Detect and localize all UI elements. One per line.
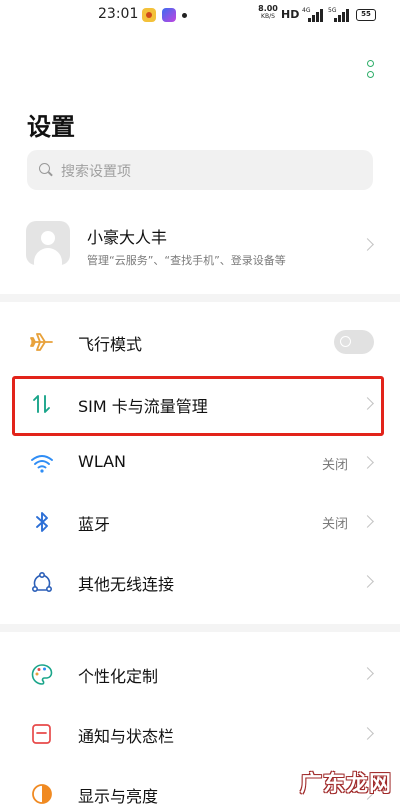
status-time: 23:01 — [98, 6, 139, 22]
weibo-notification-icon — [142, 8, 156, 22]
personalization-label: 个性化定制 — [78, 667, 159, 686]
wireless-connections-icon — [30, 571, 54, 593]
section-divider — [0, 294, 400, 302]
notification-icon — [30, 723, 54, 745]
chevron-right-icon — [361, 515, 374, 528]
wifi-icon — [30, 452, 54, 474]
highlight-box — [12, 376, 384, 436]
airplane-mode-label: 飞行模式 — [78, 335, 143, 354]
watermark: 广东龙网 — [300, 772, 393, 797]
notifications-label: 通知与状态栏 — [78, 727, 175, 746]
search-placeholder: 搜索设置项 — [61, 164, 131, 180]
app-notification-icon — [162, 8, 176, 22]
settings-item-wlan[interactable]: WLAN 关闭 — [0, 435, 400, 491]
chevron-right-icon — [361, 456, 374, 469]
settings-item-bluetooth[interactable]: 蓝牙 关闭 — [0, 494, 400, 550]
settings-item-other-wireless[interactable]: 其他无线连接 — [0, 554, 400, 610]
wlan-label: WLAN — [78, 452, 127, 471]
network-speed-unit: KB/S — [261, 13, 275, 20]
signal-2-icon: 5G — [328, 7, 350, 22]
more-notifications-dot-icon — [182, 13, 187, 18]
hd-voice-indicator: HD — [281, 8, 300, 21]
signal-2-label: 5G — [328, 7, 337, 14]
airplane-mode-toggle[interactable] — [334, 330, 374, 354]
chevron-right-icon — [361, 667, 374, 680]
airplane-icon — [30, 331, 54, 353]
page-title: 设置 — [27, 113, 75, 141]
section-divider — [0, 624, 400, 632]
chevron-right-icon — [361, 575, 374, 588]
other-wireless-label: 其他无线连接 — [78, 575, 175, 594]
chevron-right-icon — [361, 238, 374, 251]
battery-icon: 55 — [356, 9, 376, 21]
status-bar: 23:01 8.00 KB/S HD 4G 5G 55 — [0, 0, 400, 34]
more-options-icon[interactable] — [366, 60, 376, 82]
account-subtitle: 管理“云服务”、“查找手机”、登录设备等 — [87, 254, 286, 267]
search-icon — [39, 163, 50, 174]
display-label: 显示与亮度 — [78, 787, 159, 806]
palette-icon — [30, 663, 54, 685]
bluetooth-label: 蓝牙 — [78, 515, 111, 534]
bluetooth-status: 关闭 — [321, 517, 348, 532]
brightness-icon — [30, 783, 54, 805]
signal-1-icon: 4G — [302, 7, 324, 22]
settings-item-personalization[interactable]: 个性化定制 — [0, 646, 400, 702]
account-name: 小豪大人丰 — [87, 228, 168, 247]
settings-item-airplane-mode[interactable]: 飞行模式 — [0, 314, 400, 370]
avatar — [26, 221, 70, 265]
bluetooth-icon — [30, 511, 54, 533]
wlan-status: 关闭 — [321, 458, 348, 473]
network-speed-value: 8.00 — [258, 4, 278, 13]
search-bar[interactable]: 搜索设置项 — [27, 150, 373, 190]
network-speed: 8.00 KB/S — [258, 5, 278, 21]
signal-1-label: 4G — [302, 7, 311, 14]
chevron-right-icon — [361, 727, 374, 740]
account-row[interactable]: 小豪大人丰 管理“云服务”、“查找手机”、登录设备等 — [0, 212, 400, 278]
settings-item-notifications[interactable]: 通知与状态栏 — [0, 706, 400, 762]
